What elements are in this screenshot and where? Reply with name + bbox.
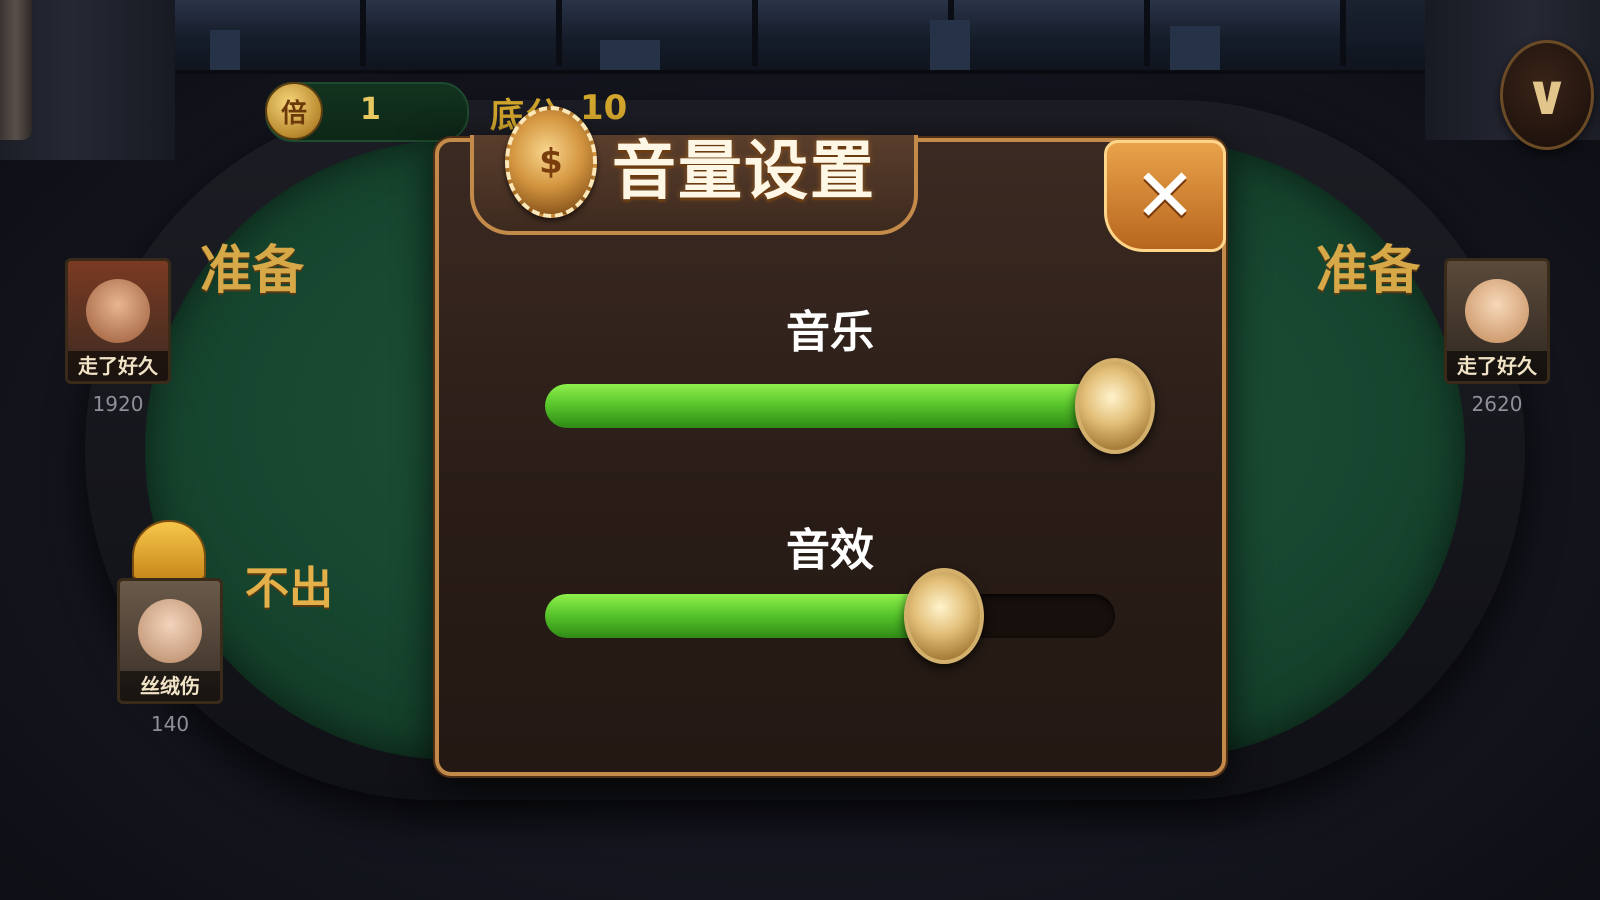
- player-status: 准备: [200, 241, 305, 301]
- player-status: 不出: [245, 563, 333, 614]
- player-score: 2620: [1471, 392, 1523, 416]
- music-slider-knob[interactable]: [1075, 358, 1155, 454]
- player-name: 走了好久: [1447, 351, 1547, 381]
- player-name: 走了好久: [68, 351, 168, 381]
- player-score: 140: [150, 712, 190, 736]
- player-left-top[interactable]: 走了好久 1920: [65, 258, 171, 416]
- avatar[interactable]: 走了好久: [1444, 258, 1550, 384]
- close-icon: ✕: [1133, 153, 1196, 239]
- sound-effect-slider-knob[interactable]: [904, 568, 984, 664]
- music-slider-fill: [545, 384, 1115, 428]
- pillar: [0, 0, 32, 140]
- player-right-top[interactable]: 走了好久 2620: [1444, 258, 1550, 416]
- close-button[interactable]: ✕: [1104, 140, 1226, 252]
- sound-effect-label: 音效: [786, 525, 874, 576]
- avatar[interactable]: 丝绒伤: [117, 578, 223, 704]
- sound-effect-slider[interactable]: [545, 594, 1115, 638]
- player-left-bottom[interactable]: 丝绒伤 140: [117, 578, 223, 736]
- player-status: 准备: [1316, 241, 1421, 301]
- menu-dropdown-button[interactable]: ∨: [1500, 40, 1594, 150]
- multiplier-coin-icon: 倍: [265, 82, 323, 140]
- chevron-down-icon: ∨: [1524, 62, 1570, 128]
- background-windows: [170, 0, 1430, 74]
- multiplier-value: 1: [360, 92, 381, 127]
- player-name: 丝绒伤: [120, 671, 220, 701]
- dialog-title: 音量设置: [612, 135, 876, 209]
- music-label: 音乐: [786, 307, 874, 358]
- sound-effect-slider-fill: [545, 594, 944, 638]
- player-score: 1920: [92, 392, 144, 416]
- music-slider[interactable]: [545, 384, 1115, 428]
- avatar[interactable]: 走了好久: [65, 258, 171, 384]
- chip-icon: $: [505, 106, 597, 218]
